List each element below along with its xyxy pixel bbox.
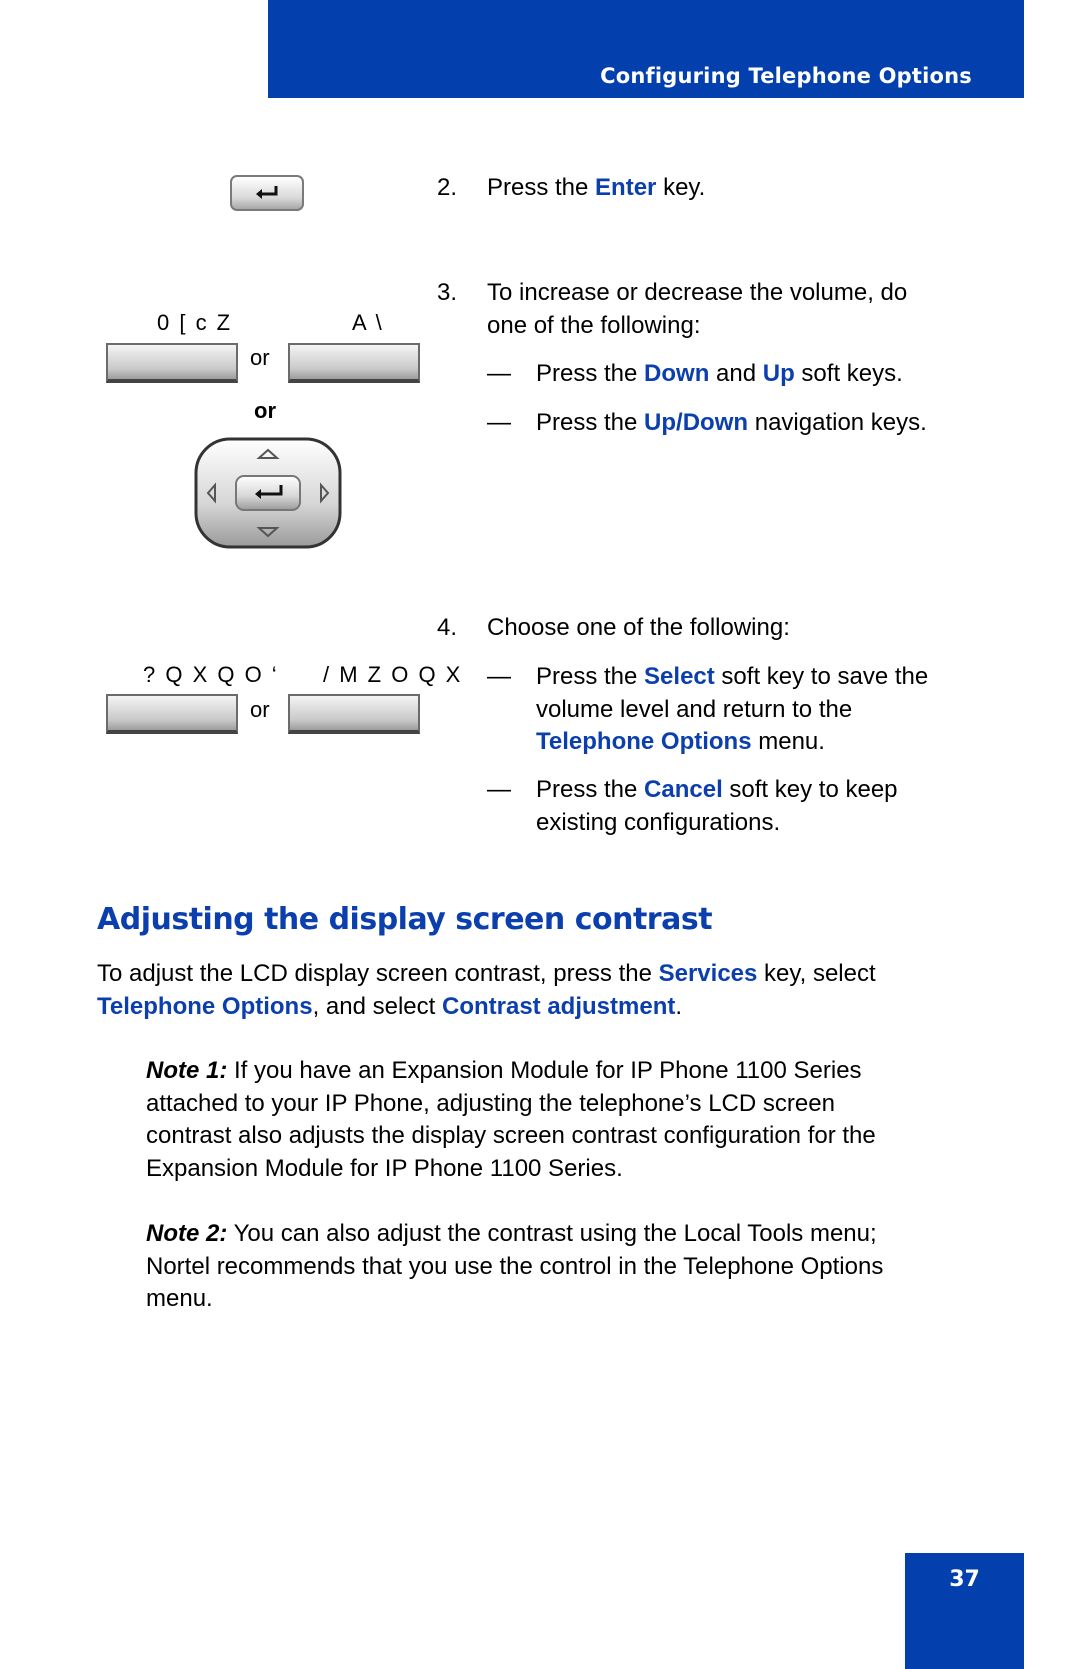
dash: —	[487, 360, 511, 387]
softkey-label-cancel: / M Z O Q X	[323, 662, 463, 687]
step-4-line1: Choose one of the following:	[487, 614, 790, 641]
note-1-line2: attached to your IP Phone, adjusting the…	[146, 1090, 835, 1117]
step-4-option-1: Press the Select soft key to save the	[536, 663, 929, 690]
softkey-label-select: ? Q X Q O ‘	[143, 662, 279, 687]
note-1-line4: Expansion Module for IP Phone 1100 Serie…	[146, 1155, 623, 1182]
softkey-label-down: 0 [ c Z	[157, 310, 233, 335]
section-title: Adjusting the display screen contrast	[97, 902, 713, 937]
step-3-option-1: Press the Down and Up soft keys.	[536, 360, 903, 387]
dash: —	[487, 776, 511, 803]
step-3-number: 3.	[437, 279, 458, 306]
enter-arrow-icon	[256, 186, 278, 199]
step-2-text: Press the Enter key.	[487, 174, 706, 201]
dash: —	[487, 663, 511, 690]
or-text: or	[250, 345, 270, 370]
step-3-line2: one of the following:	[487, 312, 701, 339]
note-2-line3: menu.	[146, 1285, 213, 1312]
step-4-option-2-line2: existing configurations.	[536, 809, 781, 836]
section-intro-line1: To adjust the LCD display screen contras…	[97, 960, 876, 987]
navigation-cluster-illustration	[194, 437, 342, 549]
step-4-number: 4.	[437, 614, 458, 641]
step-4-option-1-line2: volume level and return to the	[536, 696, 853, 723]
header-band: Configuring Telephone Options	[268, 0, 1024, 98]
or-bold-text: or	[254, 398, 276, 423]
or-text: or	[250, 697, 270, 722]
step-4-option-1-line3: Telephone Options menu.	[536, 728, 825, 755]
softkey-label-up: A \	[352, 310, 384, 335]
page-number-box: 37	[905, 1553, 1024, 1669]
page-number: 37	[949, 1567, 980, 1592]
note-2-line2: Nortel recommends that you use the contr…	[146, 1253, 884, 1280]
up-softkey-illustration	[288, 343, 420, 383]
step-3-option-2: Press the Up/Down navigation keys.	[536, 409, 927, 436]
note-1-line3: contrast also adjusts the display screen…	[146, 1122, 876, 1149]
enter-key-illustration	[230, 175, 304, 211]
section-intro-line2: Telephone Options, and select Contrast a…	[97, 993, 683, 1020]
header-title: Configuring Telephone Options	[600, 64, 972, 88]
step-3-line1: To increase or decrease the volume, do	[487, 279, 908, 306]
select-softkey-illustration	[106, 694, 238, 734]
cancel-softkey-illustration	[288, 694, 420, 734]
down-softkey-illustration	[106, 343, 238, 383]
note-1-line1: Note 1: If you have an Expansion Module …	[146, 1057, 862, 1084]
dash: —	[487, 409, 511, 436]
note-2-line1: Note 2: You can also adjust the contrast…	[146, 1220, 877, 1247]
enter-term: Enter	[595, 174, 657, 201]
step-4-option-2: Press the Cancel soft key to keep	[536, 776, 898, 803]
step-2-number: 2.	[437, 174, 458, 201]
